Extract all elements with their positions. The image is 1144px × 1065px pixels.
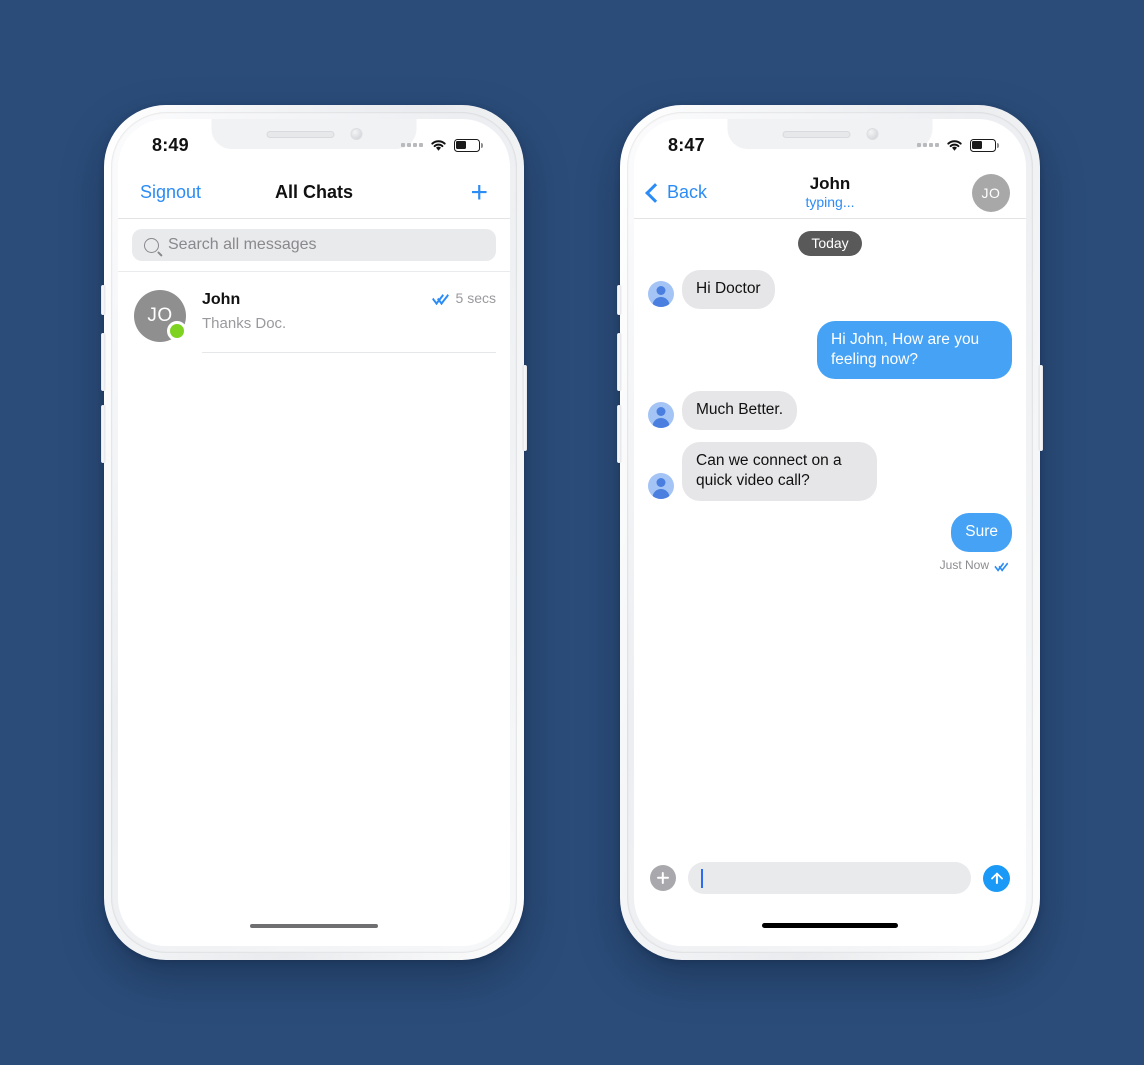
signal-dots-icon xyxy=(917,143,939,147)
nav-bar-chat-thread: Back John typing... JO xyxy=(634,167,1026,219)
battery-icon xyxy=(454,138,483,152)
day-badge: Today xyxy=(798,231,862,256)
phone-device-right: 8:47 Back John typing... JO Today Hi Doc… xyxy=(617,105,1043,960)
message-bubble-incoming[interactable]: Much Better. xyxy=(682,391,798,431)
silent-switch-right[interactable] xyxy=(617,285,621,315)
search-input[interactable]: Search all messages xyxy=(132,229,496,261)
message-row: Hi Doctor xyxy=(648,270,1012,309)
silent-switch-left[interactable] xyxy=(101,285,105,315)
chat-list: JO John 5 secs Thanks Doc. xyxy=(118,272,510,353)
screen-chat-thread: 8:47 Back John typing... JO Today Hi Doc… xyxy=(634,119,1026,946)
wifi-icon xyxy=(431,139,446,151)
power-button-right[interactable] xyxy=(1039,365,1043,451)
chevron-left-icon xyxy=(645,182,665,203)
status-time: 8:49 xyxy=(152,134,189,155)
message-row: Hi John, How are you feeling now? xyxy=(648,320,1012,380)
phone-device-left: 8:49 Signout All Chats + Search all mess… xyxy=(101,105,527,960)
status-indicators xyxy=(917,135,999,152)
search-placeholder: Search all messages xyxy=(168,236,317,253)
list-item-body: John 5 secs Thanks Doc. xyxy=(202,290,496,353)
message-row: Can we connect on a quick video call? xyxy=(648,442,1012,501)
screen-all-chats: 8:49 Signout All Chats + Search all mess… xyxy=(118,119,510,946)
home-indicator-left[interactable] xyxy=(250,924,378,928)
send-button[interactable] xyxy=(983,864,1010,892)
volume-down-button-right[interactable] xyxy=(617,405,621,463)
status-bar-left: 8:49 xyxy=(118,119,510,167)
status-time: 8:47 xyxy=(668,134,705,155)
status-bar-right: 8:47 xyxy=(634,119,1026,167)
double-check-icon xyxy=(432,292,450,304)
contact-name: John xyxy=(202,291,241,308)
power-button-left[interactable] xyxy=(523,365,527,451)
timestamp: Just Now xyxy=(939,557,989,572)
online-status-indicator xyxy=(167,321,187,341)
text-caret xyxy=(701,868,703,888)
back-button-label: Back xyxy=(667,182,708,202)
list-item[interactable]: JO John 5 secs Thanks Doc. xyxy=(118,272,510,353)
message-composer xyxy=(634,862,1026,894)
message-thread: Today Hi Doctor Hi John, How are you fee… xyxy=(634,219,1026,572)
message-row: Much Better. xyxy=(648,391,1012,431)
search-section: Search all messages xyxy=(118,219,510,272)
wifi-icon xyxy=(947,139,962,151)
message-bubble-outgoing[interactable]: Sure xyxy=(951,512,1012,552)
volume-up-button-right[interactable] xyxy=(617,333,621,391)
signal-dots-icon xyxy=(401,143,423,147)
message-input[interactable] xyxy=(688,862,971,894)
double-check-icon xyxy=(994,561,1006,569)
nav-bar-all-chats: Signout All Chats + xyxy=(118,167,510,219)
new-chat-plus-icon[interactable]: + xyxy=(470,177,488,208)
day-divider: Today xyxy=(648,231,1012,256)
signout-button[interactable]: Signout xyxy=(140,182,201,203)
message-preview: Thanks Doc. xyxy=(202,315,287,332)
attach-plus-button[interactable] xyxy=(650,865,676,891)
message-bubble-outgoing[interactable]: Hi John, How are you feeling now? xyxy=(817,320,1012,380)
message-status-row: Just Now xyxy=(648,558,1008,572)
battery-icon xyxy=(970,138,999,152)
search-icon xyxy=(144,237,159,253)
person-avatar-icon xyxy=(648,280,674,307)
message-row: Sure xyxy=(648,512,1012,552)
avatar[interactable]: JO xyxy=(972,173,1010,212)
person-avatar-icon xyxy=(648,402,674,429)
avatar: JO xyxy=(134,290,187,342)
message-bubble-incoming[interactable]: Can we connect on a quick video call? xyxy=(682,442,877,501)
volume-up-button-left[interactable] xyxy=(101,333,105,391)
list-item-meta: 5 secs xyxy=(432,290,496,306)
home-indicator-right[interactable] xyxy=(762,923,898,928)
timestamp: 5 secs xyxy=(455,290,496,306)
list-item-header: John 5 secs xyxy=(202,290,496,309)
back-button[interactable]: Back xyxy=(645,182,708,203)
message-bubble-incoming[interactable]: Hi Doctor xyxy=(682,270,775,309)
person-avatar-icon xyxy=(648,472,674,499)
volume-down-button-left[interactable] xyxy=(101,405,105,463)
status-indicators xyxy=(401,135,483,152)
